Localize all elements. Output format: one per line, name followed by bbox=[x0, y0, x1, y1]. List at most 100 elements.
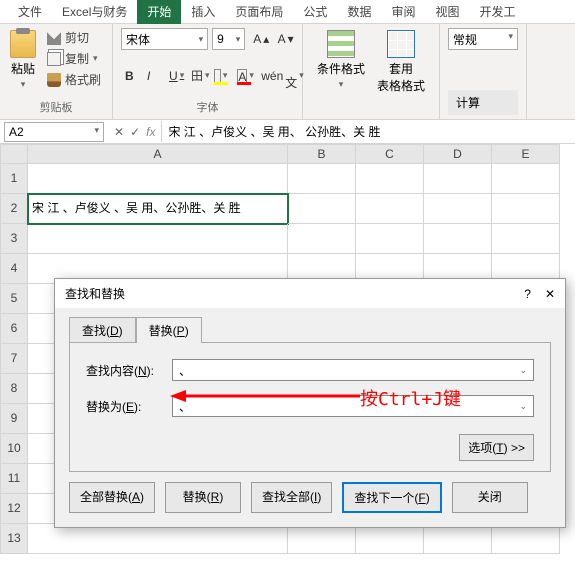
accept-formula-icon[interactable]: ✓ bbox=[130, 125, 140, 139]
number-format-combo[interactable]: 常规▾ bbox=[448, 28, 518, 50]
copy-label: 复制 bbox=[65, 50, 89, 67]
brush-icon bbox=[47, 73, 61, 87]
cell-B2[interactable] bbox=[288, 194, 356, 224]
cell-E2[interactable] bbox=[492, 194, 560, 224]
row-header-9[interactable]: 9 bbox=[0, 404, 28, 434]
tab-insert[interactable]: 插入 bbox=[181, 0, 225, 24]
row-header-3[interactable]: 3 bbox=[0, 224, 28, 254]
cell-E3[interactable] bbox=[492, 224, 560, 254]
cut-label: 剪切 bbox=[65, 29, 89, 46]
row-header-2[interactable]: 2 bbox=[0, 194, 28, 224]
select-all-corner[interactable] bbox=[0, 144, 28, 164]
col-header-D[interactable]: D bbox=[424, 144, 492, 164]
row-header-7[interactable]: 7 bbox=[0, 344, 28, 374]
copy-button[interactable]: 复制▾ bbox=[44, 49, 104, 68]
increase-font-button[interactable]: A▴ bbox=[249, 30, 269, 48]
replace-all-button[interactable]: 全部替换(A) bbox=[69, 482, 155, 513]
cell-D3[interactable] bbox=[424, 224, 492, 254]
row-header-6[interactable]: 6 bbox=[0, 314, 28, 344]
tab-dev[interactable]: 开发工 bbox=[469, 0, 525, 24]
row-header-11[interactable]: 11 bbox=[0, 464, 28, 494]
fill-color-button[interactable]: ▾ bbox=[210, 67, 232, 85]
group-styles: 条件格式 ▾ 套用 表格格式 bbox=[303, 24, 440, 119]
name-box[interactable]: A2▾ bbox=[4, 122, 104, 142]
cell-B13[interactable] bbox=[288, 524, 356, 554]
col-header-E[interactable]: E bbox=[492, 144, 560, 164]
italic-button[interactable]: I bbox=[143, 67, 163, 85]
decrease-font-button[interactable]: A▾ bbox=[274, 30, 294, 48]
row-header-1[interactable]: 1 bbox=[0, 164, 28, 194]
find-value: 、 bbox=[179, 362, 191, 379]
row-header-5[interactable]: 5 bbox=[0, 284, 28, 314]
col-header-C[interactable]: C bbox=[356, 144, 424, 164]
font-name-combo[interactable]: 宋体▾ bbox=[121, 28, 208, 50]
chevron-down-icon: ⌄ bbox=[519, 365, 527, 376]
brush-label: 格式刷 bbox=[65, 71, 101, 88]
tab-formula[interactable]: 公式 bbox=[293, 0, 337, 24]
cell-C2[interactable] bbox=[356, 194, 424, 224]
tab-home[interactable]: 开始 bbox=[137, 0, 181, 24]
tab-file[interactable]: 文件 bbox=[8, 0, 52, 24]
tab-layout[interactable]: 页面布局 bbox=[225, 0, 293, 24]
options-button[interactable]: 选项(T) >> bbox=[459, 434, 534, 461]
group-font: 宋体▾ 9▾ A▴ A▾ B I U▾ 田▾ ▾ A▾ wén文▾ 字体 bbox=[113, 24, 303, 119]
replace-input[interactable]: 、⌄ bbox=[172, 395, 534, 417]
tab-data[interactable]: 数据 bbox=[337, 0, 381, 24]
row-header-4[interactable]: 4 bbox=[0, 254, 28, 284]
fx-icon[interactable]: fx bbox=[146, 125, 155, 139]
chevron-down-icon: ⌄ bbox=[519, 401, 527, 412]
table-format-button[interactable]: 套用 表格格式 bbox=[371, 28, 431, 96]
cell-A3[interactable] bbox=[28, 224, 288, 254]
font-group-label: 字体 bbox=[121, 99, 294, 115]
col-header-A[interactable]: A bbox=[28, 144, 288, 164]
cell-A13[interactable] bbox=[28, 524, 288, 554]
cell-E1[interactable] bbox=[492, 164, 560, 194]
replace-button[interactable]: 替换(R) bbox=[165, 482, 241, 513]
cut-button[interactable]: 剪切 bbox=[44, 28, 104, 47]
dialog-titlebar[interactable]: 查找和替换 ? ✕ bbox=[55, 279, 565, 308]
cell-D13[interactable] bbox=[424, 524, 492, 554]
close-icon[interactable]: ✕ bbox=[545, 287, 555, 301]
font-size-combo[interactable]: 9▾ bbox=[212, 28, 245, 50]
help-icon[interactable]: ? bbox=[524, 287, 531, 301]
formula-bar[interactable]: 宋 江 、卢俊义 、吴 用、 公孙胜、关 胜 bbox=[161, 121, 575, 142]
format-painter-button[interactable]: 格式刷 bbox=[44, 70, 104, 89]
tab-view[interactable]: 视图 bbox=[425, 0, 469, 24]
font-color-button[interactable]: A▾ bbox=[233, 67, 255, 85]
cell-B1[interactable] bbox=[288, 164, 356, 194]
tab-custom[interactable]: Excel与财务 bbox=[52, 0, 137, 24]
annotation-text: 按Ctrl+J键 bbox=[360, 385, 461, 411]
cell-E13[interactable] bbox=[492, 524, 560, 554]
bold-button[interactable]: B bbox=[121, 67, 141, 85]
scissors-icon bbox=[47, 31, 61, 45]
col-header-B[interactable]: B bbox=[288, 144, 356, 164]
row-header-10[interactable]: 10 bbox=[0, 434, 28, 464]
row-header-13[interactable]: 13 bbox=[0, 524, 28, 554]
dialog-tab-find[interactable]: 查找(D) bbox=[69, 317, 136, 343]
dialog-tab-replace[interactable]: 替换(P) bbox=[136, 317, 202, 343]
cell-A2[interactable]: 宋 江 、卢俊义 、吴 用、公孙胜、关 胜 bbox=[28, 194, 288, 224]
row-header-12[interactable]: 12 bbox=[0, 494, 28, 524]
cell-C3[interactable] bbox=[356, 224, 424, 254]
find-input[interactable]: 、⌄ bbox=[172, 359, 534, 381]
find-all-button[interactable]: 查找全部(I) bbox=[251, 482, 332, 513]
underline-button[interactable]: U▾ bbox=[165, 67, 185, 85]
cell-A1[interactable] bbox=[28, 164, 288, 194]
fill-color-icon bbox=[214, 69, 221, 83]
find-replace-dialog: 查找和替换 ? ✕ 查找(D) 替换(P) 查找内容(N): 、⌄ 替换为(E)… bbox=[54, 278, 566, 528]
tab-review[interactable]: 审阅 bbox=[381, 0, 425, 24]
border-button[interactable]: 田▾ bbox=[187, 65, 208, 86]
cell-C1[interactable] bbox=[356, 164, 424, 194]
cell-B3[interactable] bbox=[288, 224, 356, 254]
cancel-formula-icon[interactable]: ✕ bbox=[114, 125, 124, 139]
conditional-format-button[interactable]: 条件格式 ▾ bbox=[311, 28, 371, 92]
phonetic-button[interactable]: wén文▾ bbox=[257, 58, 294, 93]
paste-button[interactable]: 粘贴 ▾ bbox=[8, 28, 38, 92]
cell-C13[interactable] bbox=[356, 524, 424, 554]
find-next-button[interactable]: 查找下一个(F) bbox=[342, 482, 441, 513]
copy-icon bbox=[47, 52, 61, 66]
cell-D2[interactable] bbox=[424, 194, 492, 224]
row-header-8[interactable]: 8 bbox=[0, 374, 28, 404]
close-button[interactable]: 关闭 bbox=[452, 482, 528, 513]
cell-D1[interactable] bbox=[424, 164, 492, 194]
